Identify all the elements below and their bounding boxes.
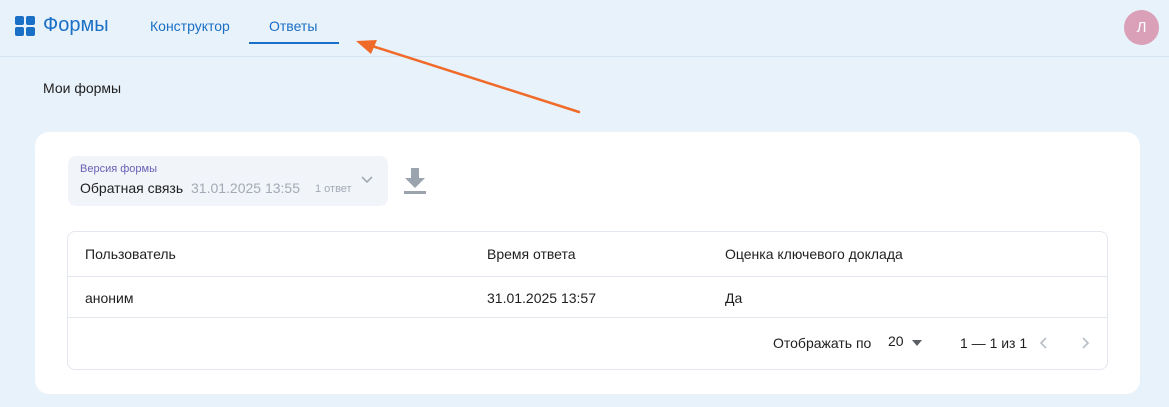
brand[interactable]: Формы <box>15 14 109 37</box>
active-tab-indicator <box>249 42 339 44</box>
version-name: Обратная связь <box>80 180 184 196</box>
forms-logo-icon <box>15 15 35 36</box>
per-page-label: Отображать по <box>773 335 872 351</box>
column-header-response-time: Время ответа <box>487 246 576 262</box>
caret-down-icon[interactable] <box>912 340 922 346</box>
column-header-keynote-rating: Оценка ключевого доклада <box>725 246 903 262</box>
top-bar: Формы Конструктор Ответы Л <box>0 0 1169 57</box>
chevron-right-icon[interactable] <box>1079 336 1091 350</box>
responses-card: Версия формы Обратная связь 31.01.2025 1… <box>35 132 1140 394</box>
page-title: Мои формы <box>43 80 122 96</box>
chevron-down-icon <box>361 176 373 184</box>
form-version-select[interactable]: Версия формы Обратная связь 31.01.2025 1… <box>68 156 388 206</box>
responses-table: Пользователь Время ответа Оценка ключево… <box>67 231 1108 370</box>
version-date: 31.01.2025 13:55 <box>191 180 300 196</box>
cell-response-time: 31.01.2025 13:57 <box>487 290 596 306</box>
column-header-user: Пользователь <box>85 246 176 262</box>
version-response-count: 1 ответ <box>315 183 352 195</box>
chevron-left-icon[interactable] <box>1038 336 1050 350</box>
cell-keynote-rating: Да <box>725 290 743 306</box>
per-page-select[interactable]: 20 <box>888 333 904 349</box>
pagination-range: 1 — 1 из 1 <box>960 335 1028 351</box>
cell-user: аноним <box>85 290 134 306</box>
header-divider <box>68 276 1107 277</box>
version-select-label: Версия формы <box>80 163 157 175</box>
row-divider <box>68 317 1107 318</box>
tab-answers[interactable]: Ответы <box>269 18 317 34</box>
tab-constructor[interactable]: Конструктор <box>150 18 230 34</box>
avatar[interactable]: Л <box>1124 10 1159 45</box>
download-icon[interactable] <box>402 166 428 196</box>
app-title: Формы <box>43 14 109 36</box>
